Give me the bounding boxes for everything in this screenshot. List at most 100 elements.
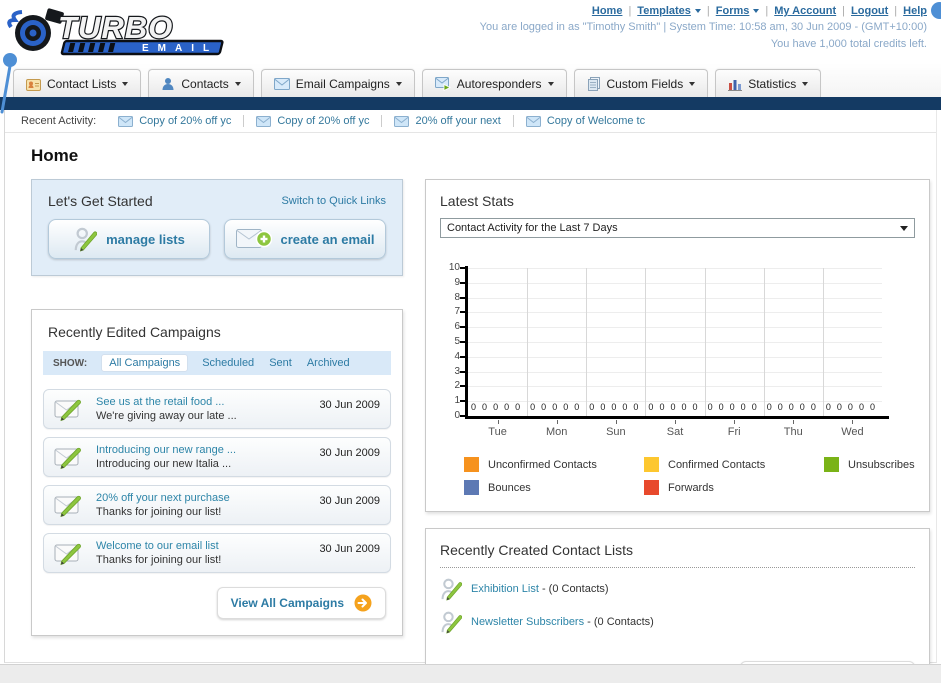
- envelope-icon: [256, 115, 272, 127]
- contact-list-link[interactable]: Newsletter Subscribers: [471, 616, 584, 628]
- campaign-title-link[interactable]: 20% off your next purchase: [96, 491, 309, 505]
- chart-values-group: 00000: [648, 402, 697, 412]
- contact-list-link[interactable]: Exhibition List: [471, 583, 539, 595]
- campaign-row[interactable]: Introducing our new range ... Introducing…: [43, 437, 391, 477]
- campaign-row[interactable]: See us at the retail food ... We're givin…: [43, 389, 391, 429]
- arrow-right-icon: [354, 594, 372, 612]
- nav-forms-link[interactable]: Forms: [716, 5, 760, 17]
- campaign-title-link[interactable]: See us at the retail food ...: [96, 395, 309, 409]
- recent-activity-link[interactable]: Copy of Welcome tc: [525, 115, 657, 127]
- main-frame: Recent Activity: Copy of 20% off yc Copy…: [4, 110, 937, 683]
- x-tick-mark: [793, 420, 795, 424]
- data-value-label: 0: [622, 402, 628, 412]
- y-tick-label: 7: [454, 306, 460, 318]
- envelope-pencil-icon: [54, 543, 81, 566]
- campaign-date: 30 Jun 2009: [319, 495, 380, 507]
- view-all-campaigns-label: View All Campaigns: [230, 596, 344, 610]
- nav-separator: |: [894, 5, 898, 17]
- filter-sent[interactable]: Sent: [269, 357, 292, 369]
- x-axis: [465, 416, 889, 419]
- contact-list-row[interactable]: Exhibition List - (0 Contacts): [440, 577, 915, 601]
- campaign-title-link[interactable]: Introducing our new range ...: [96, 443, 309, 457]
- data-value-label: 0: [777, 402, 783, 412]
- data-value-label: 0: [707, 402, 713, 412]
- show-label: SHOW:: [53, 357, 88, 369]
- x-tick-label: Sat: [666, 426, 684, 438]
- x-tick-mark: [675, 420, 676, 424]
- chevron-down-icon: [753, 9, 760, 13]
- tab-label: Autoresponders: [456, 76, 542, 91]
- envelope-icon: [525, 115, 541, 127]
- right-column: Latest Stats Contact Activity for the La…: [425, 179, 930, 683]
- tab-statistics[interactable]: Statistics: [715, 69, 822, 97]
- x-tick-mark: [497, 420, 499, 424]
- recent-activity-link[interactable]: Copy of 20% off yc: [256, 115, 383, 127]
- campaign-subtitle: Thanks for joining our list!: [96, 554, 222, 566]
- filter-scheduled[interactable]: Scheduled: [202, 357, 254, 369]
- x-tick-mark: [556, 420, 558, 424]
- campaign-row[interactable]: Welcome to our email list Thanks for join…: [43, 533, 391, 573]
- chevron-down-icon: [694, 9, 701, 13]
- recent-activity-text: Copy of Welcome tc: [546, 115, 646, 127]
- person-pencil-icon: [74, 227, 98, 252]
- person-pencil-icon: [441, 611, 462, 634]
- data-value-label: 0: [659, 402, 665, 412]
- view-all-campaigns-button[interactable]: View All Campaigns: [216, 587, 386, 619]
- nav-help-link[interactable]: Help: [903, 5, 927, 17]
- tab-custom-fields[interactable]: Custom Fields: [573, 69, 709, 97]
- gridline-v: [527, 268, 529, 416]
- campaign-row[interactable]: 20% off your next purchase Thanks for joi…: [43, 485, 391, 525]
- data-value-label: 0: [692, 402, 698, 412]
- tab-email-campaigns[interactable]: Email Campaigns: [260, 69, 415, 97]
- contact-list-row[interactable]: Newsletter Subscribers - (0 Contacts): [440, 610, 915, 634]
- switch-to-quick-links[interactable]: Switch to Quick Links: [281, 195, 386, 207]
- x-tick-label: Sun: [606, 426, 626, 438]
- contact-lists-panel-title: Recently Created Contact Lists: [440, 542, 915, 568]
- navy-divider-bar: [0, 97, 941, 110]
- filter-archived[interactable]: Archived: [307, 357, 350, 369]
- x-tick-label: Fri: [727, 426, 741, 438]
- campaign-subtitle: We're giving away our late ...: [96, 410, 237, 422]
- stats-report-selected-value: Contact Activity for the Last 7 Days: [447, 222, 618, 234]
- chart-values-group: 00000: [767, 402, 816, 412]
- recent-activity-label: Recent Activity:: [21, 115, 97, 127]
- data-value-label: 0: [729, 402, 735, 412]
- campaign-date: 30 Jun 2009: [319, 399, 380, 411]
- chart-plot: 0 1 2 3 4 5 6 7 8 9 10 0 0 0 0 0 Tue 0 0 0 0 0 Mon 0 0 0 0 0 Sun 0 0 0 0…: [442, 262, 892, 447]
- legend-label: Unsubscribes: [848, 458, 915, 471]
- data-value-label: 0: [482, 402, 488, 412]
- main-tab-bar: Contact Lists Contacts Email Campaigns A…: [0, 63, 941, 97]
- nav-logout-link[interactable]: Logout: [851, 5, 888, 17]
- tab-label: Custom Fields: [606, 76, 684, 91]
- tab-label: Email Campaigns: [295, 76, 390, 91]
- campaign-title-link[interactable]: Welcome to our email list: [96, 539, 309, 553]
- header: TURBO EMAIL Home | Templates | Forms | My A…: [0, 0, 941, 63]
- latest-stats-title: Latest Stats: [440, 193, 514, 209]
- data-value-label: 0: [589, 402, 595, 412]
- filter-all-campaigns[interactable]: All Campaigns: [102, 355, 188, 371]
- recent-activity-text: 20% off your next: [415, 115, 501, 127]
- nav-my-account-link[interactable]: My Account: [774, 5, 836, 17]
- y-tick-label: 1: [454, 395, 460, 407]
- campaign-date: 30 Jun 2009: [319, 447, 380, 459]
- chevron-down-icon: [547, 81, 554, 86]
- tab-autoresponders[interactable]: Autoresponders: [421, 69, 567, 97]
- data-value-label: 0: [847, 402, 853, 412]
- data-value-label: 0: [869, 402, 875, 412]
- latest-stats-panel: Latest Stats Contact Activity for the La…: [425, 179, 930, 512]
- recent-activity-link[interactable]: 20% off your next: [394, 115, 514, 127]
- tab-contacts[interactable]: Contacts: [148, 69, 254, 97]
- annotation-pin: [0, 53, 17, 114]
- manage-lists-button[interactable]: manage lists: [48, 219, 210, 259]
- tab-contact-lists[interactable]: Contact Lists: [13, 69, 142, 97]
- recent-activity-link[interactable]: Copy of 20% off yc: [118, 115, 245, 127]
- data-value-label: 0: [493, 402, 499, 412]
- contact-list-count: - (0 Contacts): [541, 583, 609, 595]
- stats-report-select[interactable]: Contact Activity for the Last 7 Days: [440, 218, 915, 238]
- chevron-down-icon: [234, 81, 241, 86]
- custom-fields-icon: [587, 76, 600, 91]
- create-an-email-button[interactable]: create an email: [224, 219, 386, 259]
- nav-home-link[interactable]: Home: [592, 5, 623, 17]
- nav-templates-link[interactable]: Templates: [637, 5, 701, 17]
- gridline-h: [468, 312, 882, 314]
